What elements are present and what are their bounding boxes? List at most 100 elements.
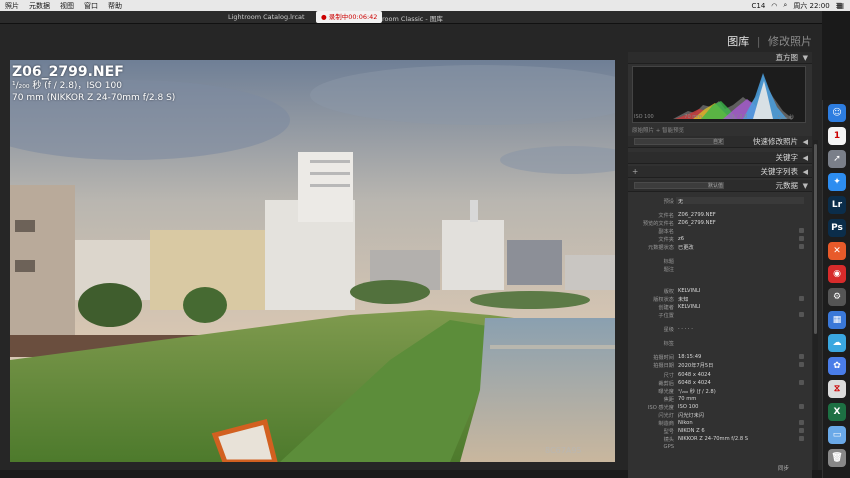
metadata-key: 预览的文件名 [642,221,674,227]
metadata-action-icon[interactable] [799,354,804,359]
netease-music-icon[interactable]: ◉ [828,265,846,283]
metadata-title: 元数据 [775,181,799,190]
tool-icon[interactable]: ☁ [828,334,846,352]
metadata-value[interactable]: 闪光灯未闪 [678,412,704,419]
menu-extra-icon[interactable]: ▦ [836,1,844,10]
metadata-value[interactable]: z6 [678,236,684,242]
excel-icon[interactable]: X [828,403,846,421]
metadata-key: 型号 [663,429,674,435]
metadata-value[interactable]: KELVINLI [678,288,700,294]
panel-scrollbar[interactable] [813,140,818,470]
launchpad-icon[interactable]: ➚ [828,150,846,168]
scrollbar-thumb[interactable] [814,144,817,334]
metadata-action-icon[interactable] [799,420,804,425]
metadata-key: 标题 [663,259,674,265]
menu-bar: 照片 元数据 视图 窗口 帮助 C14 ◠ ⌕ 周六 22:00 ☰ [0,0,850,11]
photo-loupe[interactable] [10,60,615,462]
calendar-icon[interactable]: 1 [828,127,846,145]
metadata-key: 镜头 [663,437,674,443]
metadata-action-icon[interactable] [799,244,804,249]
metadata-value[interactable]: ¹/₂₀₀ 秒 (ƒ / 2.8) [678,388,716,395]
collapse-triangle-icon[interactable]: ▼ [803,180,808,192]
module-develop[interactable]: 修改照片 [768,35,812,48]
metadata-value[interactable]: 70 mm [678,396,696,402]
collapse-triangle-icon[interactable]: ▼ [803,52,808,64]
safari-icon[interactable]: ✦ [828,173,846,191]
metadata-action-icon[interactable] [799,362,804,367]
metadata-value[interactable]: 6048 x 4024 [678,380,711,386]
gallery-icon[interactable]: ▦ [828,311,846,329]
metadata-key: 制造商 [658,421,674,427]
folder-icon[interactable]: ▭ [828,426,846,444]
metadata-key: 星级 [663,327,674,333]
metadata-action-icon[interactable] [799,380,804,385]
expand-triangle-icon[interactable]: ◀ [803,136,808,148]
metadata-key: GPS [663,444,674,450]
window-title-bar: Lightroom Catalog.lrcat room Classic - 图… [0,11,822,24]
baidu-icon[interactable]: ✿ [828,357,846,375]
expand-triangle-icon[interactable]: ◀ [803,166,808,178]
metadata-value[interactable]: · · · · · [678,326,693,332]
histogram-panel-header[interactable]: 直方图 ▼ [628,52,812,64]
search-icon[interactable]: ⌕ [783,1,787,10]
metadata-value[interactable]: 18:15:49 [678,354,701,360]
menu-view[interactable]: 视图 [55,1,79,11]
metadata-view-dropdown[interactable]: 默认值 [634,182,724,189]
keyword-list-header[interactable]: + 关键字列表 ◀ [628,166,812,178]
menu-metadata[interactable]: 元数据 [24,1,55,11]
migration-icon[interactable]: ⧖ [828,380,846,398]
metadata-action-icon[interactable] [799,436,804,441]
menu-photo[interactable]: 照片 [0,1,24,11]
metadata-action-icon[interactable] [799,296,804,301]
metadata-value[interactable]: 已更改 [678,244,694,251]
app-icon[interactable]: ⚙ [828,288,846,306]
metadata-key: 尺寸 [663,373,674,379]
metadata-value[interactable]: KELVINLI [678,304,700,310]
metadata-action-icon[interactable] [799,228,804,233]
metadata-value[interactable]: 2020年7月5日 [678,362,713,369]
add-keyword-icon[interactable]: + [632,166,638,178]
metadata-value[interactable]: Z06_2799.NEF [678,220,716,226]
preset-dropdown[interactable] [676,197,804,204]
metadata-key: 焦距 [663,397,674,403]
metadata-value[interactable]: Nikon [678,420,693,426]
wifi-icon[interactable]: ◠ [771,2,777,10]
photo-filename: Z06_2799.NEF [12,64,124,80]
menu-help[interactable]: 帮助 [103,1,127,11]
metadata-header[interactable]: 默认值 元数据 ▼ [628,180,812,192]
metadata-value[interactable]: 6048 x 4024 [678,372,711,378]
preset-value: 无 [678,199,684,205]
sync-metadata-button[interactable]: 同步 [778,464,789,472]
metadata-action-icon[interactable] [799,404,804,409]
lightroom-icon[interactable]: Lr [828,196,846,214]
metadata-key: 文件名 [658,213,674,219]
metadata-action-icon[interactable] [799,312,804,317]
keywording-title: 关键字 [775,153,799,162]
metadata-action-icon[interactable] [799,428,804,433]
metadata-value[interactable]: Z06_2799.NEF [678,212,716,218]
metadata-value[interactable]: NIKON Z 6 [678,428,705,434]
expand-triangle-icon[interactable]: ◀ [803,152,808,164]
metadata-value[interactable]: NIKKOR Z 24-70mm f/2.8 S [678,436,748,442]
catalog-tab[interactable]: Lightroom Catalog.lrcat [228,13,305,23]
photoshop-icon[interactable]: Ps [828,219,846,237]
module-library[interactable]: 图库 [727,35,749,48]
finder-icon[interactable]: ☺ [828,104,846,122]
metadata-value[interactable]: 未知 [678,296,688,303]
metadata-key: 裁剪后 [658,381,674,387]
menu-window[interactable]: 窗口 [79,1,103,11]
right-panel: 直方图 ▼ ISO 100 70 mm ƒ / 2.8 ¹/₂₀₀ 秒 原始照片… [628,52,812,478]
saved-preset-dropdown[interactable]: 自定 [634,138,724,145]
keywording-header[interactable]: 关键字 ◀ [628,152,812,164]
recording-indicator[interactable]: ● 录制中00:06:42 [316,11,383,23]
hist-iso: ISO 100 [634,114,654,120]
battery-status[interactable]: C14 [751,2,765,10]
trash-icon[interactable]: 🗑 [828,449,846,467]
metadata-action-icon[interactable] [799,236,804,241]
metadata-key: 题注 [663,267,674,273]
metadata-key: 拍摄时间 [653,355,674,361]
quick-develop-header[interactable]: 自定 快速修改照片 ◀ [628,136,812,148]
xmind-icon[interactable]: ✕ [828,242,846,260]
metadata-value[interactable]: ISO 100 [678,404,698,410]
clock[interactable]: 周六 22:00 [793,1,829,11]
